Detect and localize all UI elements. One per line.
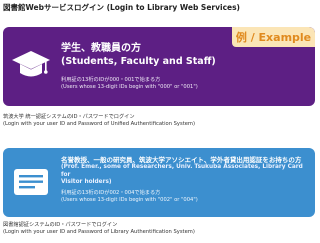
page-title: 図書館Webサービスログイン (Login to Library Web Ser… (3, 3, 240, 12)
other-card-text: 名誉教授、一般の研究員、筑波大学アソシエイト、学外者貸出用認証をお持ちの方 (P… (61, 156, 307, 204)
staff-card-text: 学生、教職員の方 (Students, Faculty and Staff) 利… (61, 42, 307, 91)
other-card-note-ja: 利用証の13桁のIDが002・004で始まる方 (61, 189, 161, 196)
staff-card-note-ja: 利用証の13桁のIDが000・001で始まる方 (61, 77, 161, 83)
example-badge: 例 / Example (232, 27, 315, 47)
staff-caption-en: (Login with your user ID and Password of… (3, 121, 195, 127)
other-card-title-ja: 名誉教授、一般の研究員、筑波大学アソシエイト、学外者貸出用認証をお持ちの方 (61, 156, 302, 164)
staff-card-note-en: (Users whose 13-digit IDs begin with "00… (61, 84, 198, 90)
graduation-cap-icon (11, 47, 51, 81)
other-caption-en: (Login with your user ID and Password of… (3, 229, 195, 235)
staff-caption-ja: 筑波大学 統一認証システムのID・パスワードでログイン (3, 114, 135, 120)
other-login-caption: 図書館認証システムのID・パスワードでログイン (Login with your… (3, 222, 195, 236)
other-login-card[interactable]: 名誉教授、一般の研究員、筑波大学アソシエイト、学外者貸出用認証をお持ちの方 (P… (3, 148, 315, 217)
id-card-icon (11, 165, 51, 199)
other-card-title-en-line2: Visitor holders) (61, 179, 112, 185)
other-caption-ja: 図書館認証システムのID・パスワードでログイン (3, 222, 118, 228)
staff-card-title-en: (Students, Faculty and Staff) (61, 56, 216, 67)
other-card-note-en: (Users whose 13-digit IDs begin with "00… (61, 196, 198, 203)
staff-login-card[interactable]: 学生、教職員の方 (Students, Faculty and Staff) 利… (3, 27, 315, 106)
other-card-title-en-line1: (Prof. Emer., some of Researchers, Univ.… (61, 164, 303, 178)
staff-login-caption: 筑波大学 統一認証システムのID・パスワードでログイン (Login with … (3, 114, 195, 128)
